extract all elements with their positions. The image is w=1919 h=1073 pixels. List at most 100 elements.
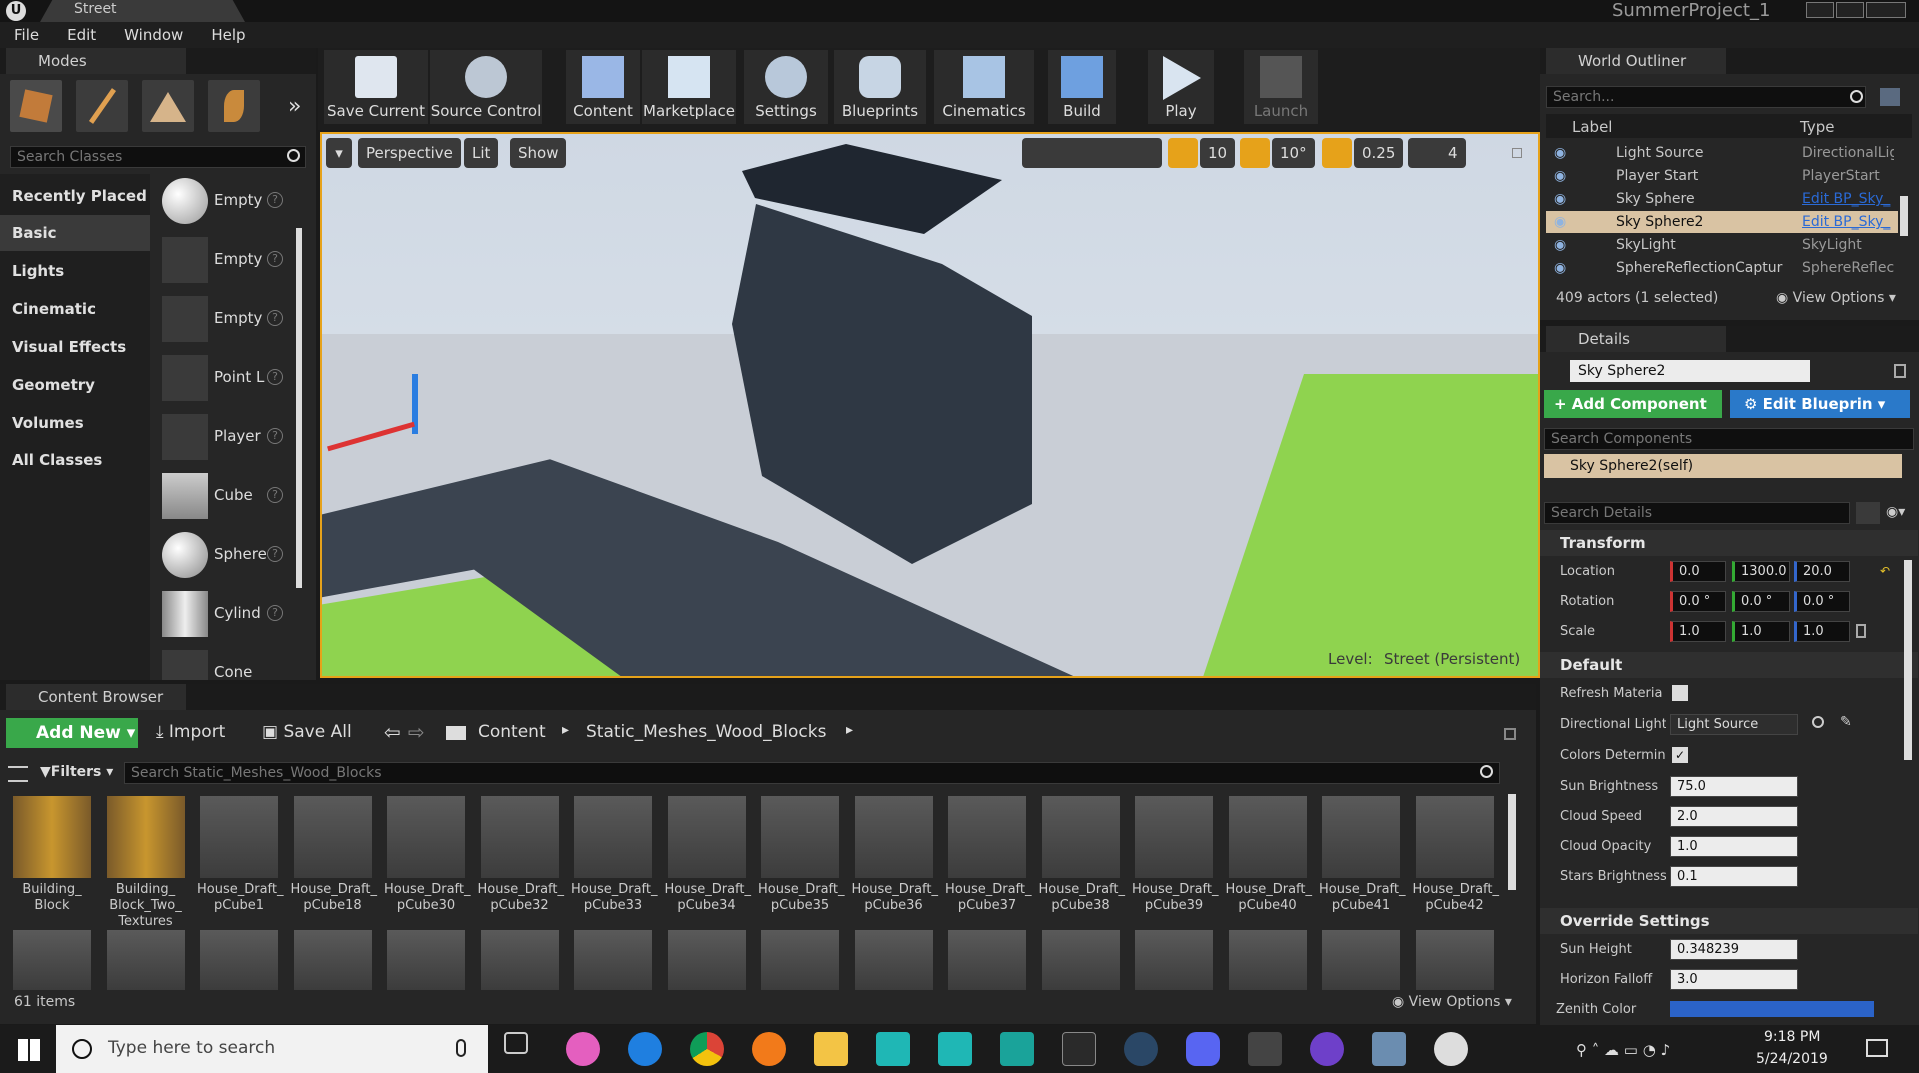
details-scrollbar[interactable] — [1904, 560, 1912, 760]
tray-icons[interactable]: ⚲ ˄ ☁ ▭ ◔ ♪ — [1576, 1041, 1670, 1059]
chrome-icon[interactable] — [690, 1032, 724, 1066]
source-control-button[interactable]: Source Control — [430, 50, 542, 124]
maximize-button[interactable] — [1836, 2, 1864, 18]
outliner-search-input[interactable]: Search... — [1546, 86, 1866, 108]
blueprints-button[interactable]: Blueprints — [834, 50, 926, 124]
microphone-icon[interactable] — [456, 1039, 466, 1057]
asset-tile[interactable]: House_Draft_ pCube37 — [945, 796, 1032, 932]
directional-light-select[interactable]: Light Source — [1670, 714, 1798, 735]
scale-snap-value[interactable]: 0.25 — [1354, 138, 1404, 168]
viewport-options-button[interactable]: ▾ — [326, 138, 352, 168]
lock-icon[interactable] — [1504, 728, 1516, 740]
actor-name-field[interactable]: Sky Sphere2 — [1570, 360, 1810, 382]
placeable-cube[interactable]: Cube? — [160, 469, 295, 525]
asset-tile[interactable]: House_Draft_ pCube38 — [1039, 796, 1125, 932]
column-label[interactable]: Label — [1572, 118, 1612, 136]
visibility-eye-icon[interactable]: ◉ — [1554, 211, 1566, 233]
eyedropper-icon[interactable]: ✎ — [1840, 714, 1852, 730]
foliage-mode-button[interactable] — [208, 80, 260, 132]
close-button[interactable] — [1866, 2, 1906, 18]
outliner-row[interactable]: ◉ Light Source DirectionalLig — [1546, 142, 1898, 164]
transform-section[interactable]: Transform — [1540, 530, 1918, 556]
steam-icon[interactable] — [1124, 1032, 1158, 1066]
paint-mode-button[interactable] — [76, 80, 128, 132]
menu-file[interactable]: File — [14, 22, 39, 48]
placeable-empty-pawn[interactable]: Empty? — [160, 292, 295, 348]
add-new-button[interactable]: Add New ▾ — [6, 718, 138, 748]
perspective-button[interactable]: Perspective — [358, 138, 461, 168]
more-modes-icon[interactable]: » — [288, 94, 301, 119]
outliner-row[interactable]: ◉ Sky Sphere2 Edit BP_Sky_ — [1546, 211, 1898, 233]
help-icon[interactable]: ? — [267, 428, 283, 444]
outliner-row[interactable]: ◉ Player Start PlayerStart — [1546, 165, 1898, 187]
clock-time[interactable]: 9:18 PM — [1764, 1029, 1820, 1045]
settings-button[interactable]: Settings — [744, 50, 828, 124]
task-view-icon[interactable] — [504, 1032, 528, 1054]
rotation-z[interactable]: 0.0 ° — [1794, 591, 1850, 612]
outliner-row[interactable]: ◉ Sky Sphere Edit BP_Sky_ — [1546, 188, 1898, 210]
cinematics-button[interactable]: Cinematics — [934, 50, 1034, 124]
marketplace-button[interactable]: Marketplace — [642, 50, 736, 124]
horizon-falloff-input[interactable]: 3.0 — [1670, 969, 1798, 990]
show-button[interactable]: Show — [510, 138, 567, 168]
location-x[interactable]: 0.0 — [1670, 561, 1726, 582]
asset-tile[interactable] — [854, 930, 933, 990]
browse-icon[interactable] — [1812, 716, 1824, 728]
asset-tile[interactable]: Building_ Block_Two_ Textures — [104, 796, 188, 932]
default-section[interactable]: Default — [1540, 652, 1918, 678]
override-settings-section[interactable]: Override Settings — [1540, 908, 1918, 934]
menu-window[interactable]: Window — [124, 22, 183, 48]
category-recently-placed[interactable]: Recently Placed — [0, 178, 150, 214]
asset-tile[interactable]: House_Draft_ pCube18 — [291, 796, 377, 932]
windows-start-icon[interactable] — [18, 1039, 40, 1061]
breadcrumb-folder[interactable]: Static_Meshes_Wood_Blocks — [586, 722, 826, 742]
cloud-speed-input[interactable]: 2.0 — [1670, 806, 1798, 827]
history-back-icon[interactable]: ⇦ — [384, 720, 401, 744]
stars-brightness-input[interactable]: 0.1 — [1670, 866, 1798, 887]
visibility-eye-icon[interactable]: ◉ — [1554, 142, 1566, 164]
rotation-snap-value[interactable]: 10° — [1272, 138, 1315, 168]
app-window-icon[interactable] — [1372, 1032, 1406, 1066]
help-icon[interactable]: ? — [267, 546, 283, 562]
rotation-snap-icon[interactable] — [1240, 138, 1270, 168]
edge-icon[interactable] — [628, 1032, 662, 1066]
asset-tile[interactable] — [106, 930, 185, 990]
visibility-eye-icon[interactable]: ◉ — [1554, 234, 1566, 256]
placeable-empty-character[interactable]: Empty? — [160, 233, 295, 289]
outliner-view-options[interactable]: ◉ View Options ▾ — [1776, 290, 1896, 306]
actor-type[interactable]: Edit BP_Sky_ — [1802, 211, 1894, 233]
content-button[interactable]: Content — [566, 50, 640, 124]
build-button[interactable]: Build — [1048, 50, 1116, 124]
clock-date[interactable]: 5/24/2019 — [1756, 1051, 1828, 1067]
content-browser-tab[interactable]: Content Browser — [6, 684, 186, 710]
world-outliner-tab[interactable]: World Outliner — [1546, 48, 1726, 74]
search-components-input[interactable]: Search Components — [1544, 428, 1914, 450]
asset-tile[interactable] — [1228, 930, 1307, 990]
landscape-mode-button[interactable] — [142, 80, 194, 132]
github-icon[interactable] — [1310, 1032, 1344, 1066]
asset-tile[interactable]: House_Draft_ pCube39 — [1132, 796, 1219, 932]
content-view-options[interactable]: ◉ View Options ▾ — [1392, 994, 1512, 1010]
outliner-scrollbar[interactable] — [1900, 196, 1908, 236]
scale-x[interactable]: 1.0 — [1670, 621, 1726, 642]
lock-icon[interactable] — [1894, 364, 1906, 378]
rotation-x[interactable]: 0.0 ° — [1670, 591, 1726, 612]
component-row[interactable]: Sky Sphere2(self) — [1544, 454, 1902, 478]
help-icon[interactable]: ? — [267, 192, 283, 208]
scale-snap-icon[interactable] — [1322, 138, 1352, 168]
visibility-eye-icon[interactable]: ◉▾ — [1886, 504, 1905, 520]
asset-tile[interactable]: House_Draft_ pCube42 — [1413, 796, 1499, 932]
sources-toggle-icon[interactable] — [8, 766, 28, 782]
camera-speed-button[interactable]: 4 — [1408, 138, 1466, 168]
bird-app-icon[interactable] — [1248, 1032, 1282, 1066]
unreal-engine-icon[interactable] — [1434, 1032, 1468, 1066]
asset-tile[interactable] — [667, 930, 746, 990]
help-icon[interactable]: ? — [267, 605, 283, 621]
visibility-eye-icon[interactable]: ◉ — [1554, 165, 1566, 187]
menu-edit[interactable]: Edit — [67, 22, 96, 48]
category-volumes[interactable]: Volumes — [0, 405, 150, 441]
import-button[interactable]: ⤓ Import — [156, 722, 225, 742]
asset-tile[interactable] — [1322, 930, 1400, 990]
asset-tile[interactable] — [574, 930, 652, 990]
maximize-viewport-icon[interactable] — [1512, 148, 1522, 158]
